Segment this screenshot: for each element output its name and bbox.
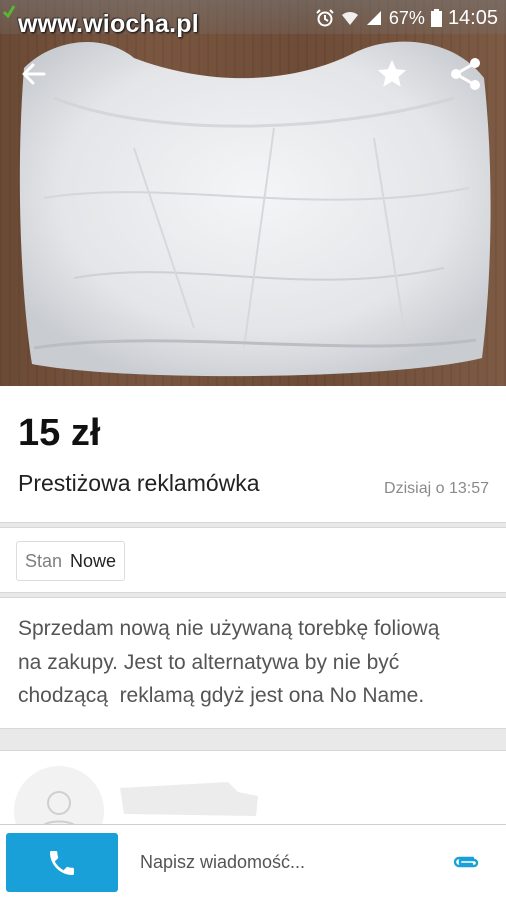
param-condition: Stan Nowe	[16, 541, 126, 581]
listing-description: Sprzedam nową nie używaną torebkę foliow…	[18, 617, 440, 707]
listing-date: Dzisiaj o 13:57	[384, 480, 489, 497]
phone-icon	[50, 850, 74, 875]
share-icon	[451, 58, 480, 90]
attach-button[interactable]	[446, 846, 486, 878]
listing-photo[interactable]: www.wiocha.pl 67% 14:05	[0, 0, 506, 386]
battery-icon	[430, 9, 442, 27]
share-button[interactable]	[446, 54, 486, 94]
back-button[interactable]	[14, 54, 54, 94]
signal-icon	[366, 11, 381, 25]
status-icons: 67% 14:05	[315, 6, 498, 30]
seller-name-redacted	[120, 782, 258, 816]
param-value: Nowe	[70, 550, 117, 571]
favorite-button[interactable]	[372, 54, 412, 94]
paperclip-icon	[453, 856, 479, 868]
listing-price: 15 zł	[18, 412, 101, 454]
param-key: Stan	[25, 550, 63, 571]
clock: 14:05	[447, 6, 498, 29]
back-arrow-icon	[22, 63, 46, 85]
star-icon	[377, 59, 407, 87]
call-button[interactable]	[6, 833, 118, 892]
alarm-icon	[316, 9, 334, 27]
message-input[interactable]	[128, 838, 438, 886]
listing-title: Prestiżowa reklamówka	[18, 470, 260, 496]
wifi-icon	[341, 11, 358, 25]
plastic-bag-image	[19, 41, 491, 377]
watermark-badge-icon	[2, 5, 16, 18]
battery-percent: 67%	[388, 7, 425, 28]
watermark: www.wiocha.pl	[18, 10, 199, 38]
listing-screen: www.wiocha.pl 67% 14:05 15 zł Prestiżowa…	[0, 0, 506, 900]
